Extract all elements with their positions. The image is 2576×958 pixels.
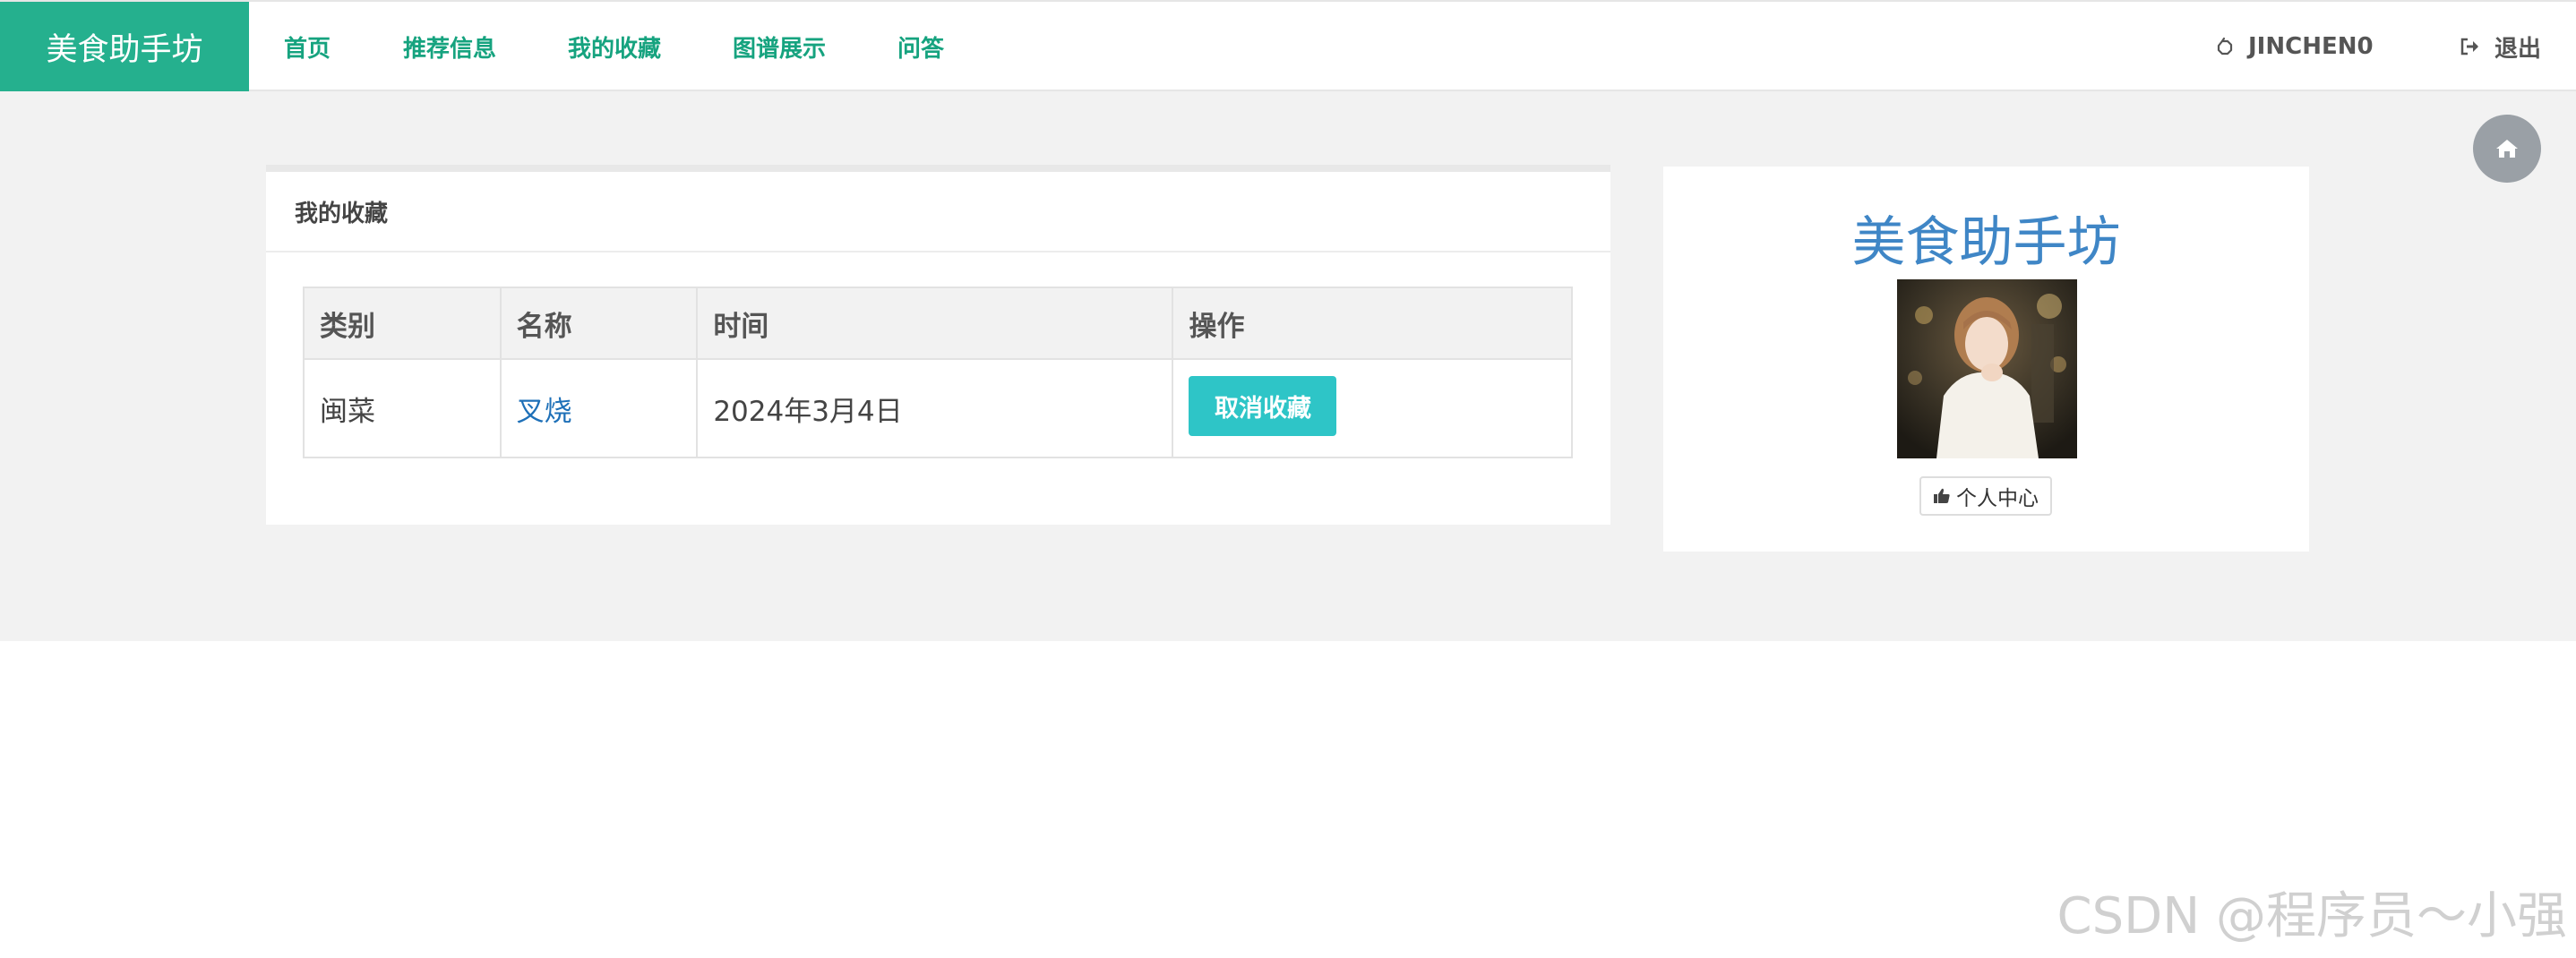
- hand-icon: [2217, 37, 2233, 56]
- logout-label: 退出: [2494, 35, 2542, 63]
- column-header-category: 类别: [303, 287, 502, 360]
- column-header-action: 操作: [1172, 287, 1573, 360]
- avatar: [1897, 279, 2077, 458]
- column-header-name: 名称: [499, 287, 699, 360]
- nav-home[interactable]: 首页: [284, 2, 331, 91]
- table-header-row: 类别 名称 时间 操作: [303, 287, 1573, 360]
- nav-qa[interactable]: 问答: [897, 2, 944, 91]
- sign-out-icon: [2460, 38, 2478, 56]
- cancel-favorite-button[interactable]: 取消收藏: [1189, 375, 1337, 436]
- personal-center-label: 个人中心: [1956, 487, 2039, 510]
- top-navbar: 美食助手坊 首页 推荐信息 我的收藏 图谱展示 问答 JINCHEN0 退出: [0, 0, 2576, 91]
- nav-favorites[interactable]: 我的收藏: [568, 2, 661, 91]
- logout-button[interactable]: 退出: [2459, 2, 2541, 91]
- profile-site-title: 美食助手坊: [1851, 211, 2121, 274]
- watermark: CSDN @程序员～小强: [2057, 887, 2567, 945]
- column-header-time: 时间: [696, 287, 1174, 360]
- home-icon: [2496, 140, 2518, 158]
- profile-card: 美食助手坊 个人中心: [1663, 167, 2309, 552]
- cell-name: 叉烧: [499, 358, 699, 458]
- nav-recommend[interactable]: 推荐信息: [403, 2, 496, 91]
- favorites-title: 我的收藏: [266, 172, 1610, 252]
- favorites-table: 类别 名称 时间 操作 闽菜 叉烧 2024年3月4日 取消收藏: [303, 287, 1573, 458]
- table-row: 闽菜 叉烧 2024年3月4日 取消收藏: [303, 358, 1573, 458]
- brand-logo[interactable]: 美食助手坊: [0, 2, 249, 91]
- nav-graph[interactable]: 图谱展示: [733, 2, 826, 91]
- username: JINCHEN0: [2248, 33, 2374, 60]
- cell-category: 闽菜: [303, 358, 502, 458]
- cell-time: 2024年3月4日: [696, 358, 1174, 458]
- thumbs-up-icon: [1934, 488, 1950, 503]
- personal-center-button[interactable]: 个人中心: [1919, 476, 2052, 516]
- user-menu[interactable]: JINCHEN0: [2214, 2, 2374, 91]
- dish-link[interactable]: 叉烧: [517, 396, 572, 428]
- cell-action: 取消收藏: [1172, 358, 1573, 458]
- home-float-button[interactable]: [2473, 115, 2541, 183]
- favorites-panel: 我的收藏 类别 名称 时间 操作 闽菜 叉烧 2024年3月4日 取消收藏: [266, 165, 1610, 525]
